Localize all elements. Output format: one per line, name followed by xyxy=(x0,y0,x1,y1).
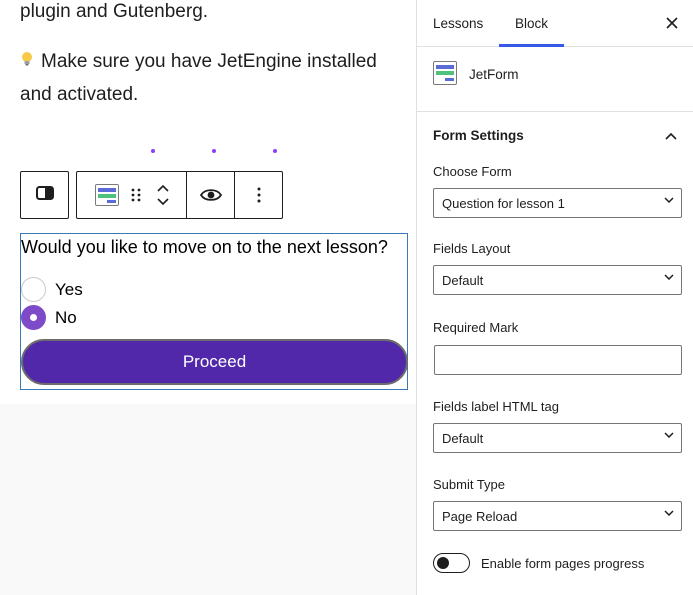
jetform-block-icon xyxy=(433,61,457,90)
block-transform-button[interactable] xyxy=(20,171,69,219)
chevron-down-icon xyxy=(664,510,674,516)
chevron-up-icon[interactable] xyxy=(156,184,169,192)
more-options-button[interactable] xyxy=(235,172,282,218)
paragraph-block[interactable]: plugin and Gutenberg. xyxy=(20,0,208,28)
form-settings-panel-toggle[interactable]: Form Settings xyxy=(433,128,677,143)
panel-title: Form Settings xyxy=(433,128,524,143)
inserter-dot xyxy=(273,149,277,153)
editor-canvas: plugin and Gutenberg. Make sure you have… xyxy=(0,0,416,595)
lightbulb-icon xyxy=(20,45,34,78)
paragraph-block-note[interactable]: Make sure you have JetEngine installed a… xyxy=(20,45,410,111)
label-tag-label: Fields label HTML tag xyxy=(433,399,559,414)
chevron-down-icon[interactable] xyxy=(156,198,169,206)
jetform-block[interactable]: Would you like to move on to the next le… xyxy=(20,233,408,390)
radio-button[interactable] xyxy=(21,277,46,302)
chevron-down-icon xyxy=(664,197,674,203)
form-progress-toggle[interactable] xyxy=(433,553,470,573)
select-value: Default xyxy=(442,430,484,446)
inserter-dot xyxy=(212,149,216,153)
drag-handle-icon[interactable] xyxy=(131,187,141,203)
preview-button[interactable] xyxy=(187,172,235,218)
choose-form-select[interactable]: Question for lesson 1 xyxy=(433,188,682,218)
tab-block[interactable]: Block xyxy=(499,0,564,47)
chevron-down-icon xyxy=(664,432,674,438)
block-title: JetForm xyxy=(469,67,519,82)
choose-form-label: Choose Form xyxy=(433,164,512,179)
submit-type-label: Submit Type xyxy=(433,477,506,492)
inserter-dot xyxy=(151,149,155,153)
toggle-label: Enable form pages progress xyxy=(481,555,645,571)
required-mark-input[interactable] xyxy=(434,345,682,375)
tab-lessons[interactable]: Lessons xyxy=(433,0,483,46)
chevron-up-icon xyxy=(665,132,677,140)
submit-type-select[interactable]: Page Reload xyxy=(433,501,682,531)
paragraph-note-text: Make sure you have JetEngine installed a… xyxy=(20,51,377,105)
proceed-button[interactable]: Proceed xyxy=(21,339,408,385)
form-question: Would you like to move on to the next le… xyxy=(21,237,388,257)
block-card: JetForm xyxy=(417,47,693,112)
select-value: Page Reload xyxy=(442,508,518,524)
fields-layout-label: Fields Layout xyxy=(433,241,511,256)
radio-option-yes[interactable]: Yes xyxy=(21,277,83,302)
block-mover xyxy=(156,184,169,206)
radio-button-checked[interactable] xyxy=(21,305,46,330)
block-toolbar-group xyxy=(77,172,187,218)
fields-layout-select[interactable]: Default xyxy=(433,265,682,295)
block-toolbar xyxy=(76,171,283,219)
radio-label: Yes xyxy=(55,279,83,299)
radio-label: No xyxy=(55,307,77,327)
eye-icon xyxy=(199,188,222,202)
close-icon xyxy=(666,17,678,29)
sidebar-tabs: Lessons Block xyxy=(417,0,693,47)
radio-option-no[interactable]: No xyxy=(21,305,77,330)
form-progress-toggle-row: Enable form pages progress xyxy=(433,553,644,573)
select-value: Default xyxy=(442,272,484,288)
label-tag-select[interactable]: Default xyxy=(433,423,682,453)
block-transform-icon xyxy=(35,185,54,205)
chevron-down-icon xyxy=(664,274,674,280)
settings-sidebar: Lessons Block JetForm Form Settings Choo… xyxy=(416,0,693,595)
close-sidebar-button[interactable] xyxy=(661,12,683,34)
select-value: Question for lesson 1 xyxy=(442,195,565,211)
more-vertical-icon xyxy=(257,187,261,203)
required-mark-label: Required Mark xyxy=(433,320,519,335)
jetform-block-icon[interactable] xyxy=(94,184,119,206)
